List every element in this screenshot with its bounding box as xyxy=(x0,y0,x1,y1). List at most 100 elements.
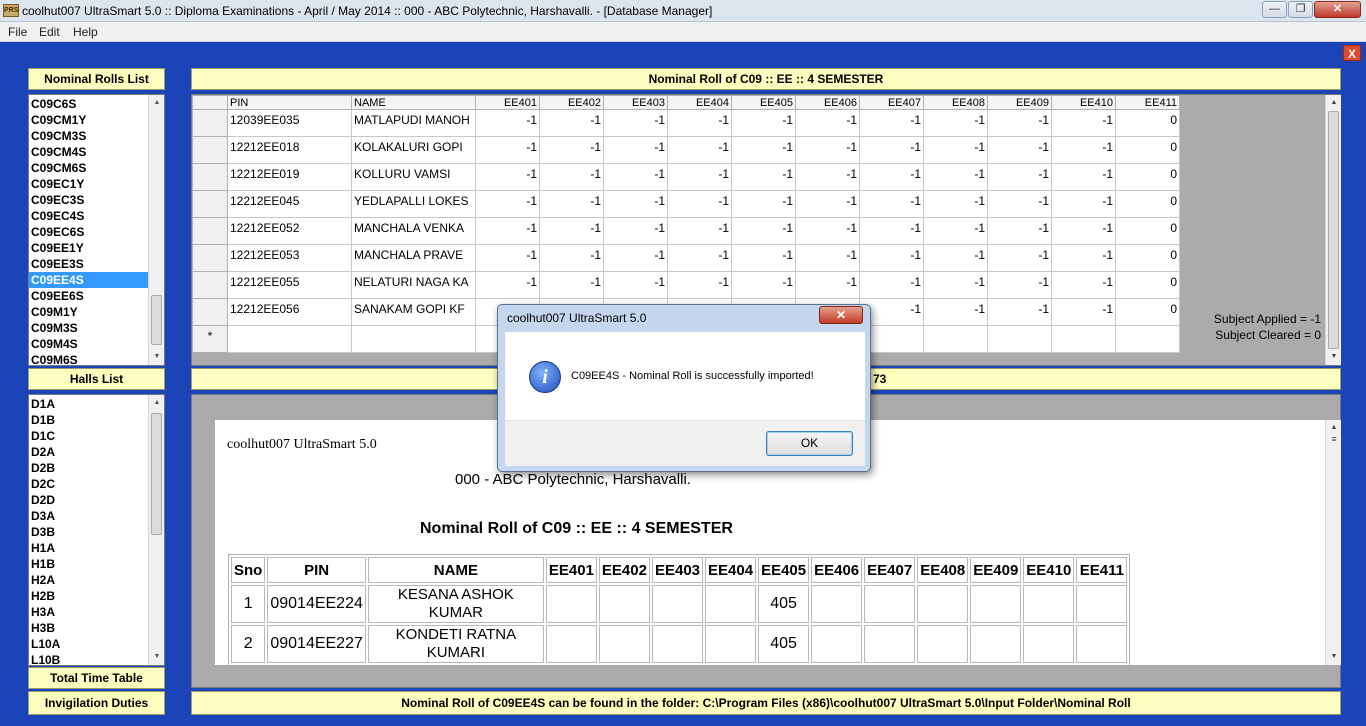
subject-cell[interactable]: -1 xyxy=(603,136,668,164)
subject-cell[interactable]: -1 xyxy=(731,163,796,191)
subject-cell[interactable]: -1 xyxy=(603,244,668,272)
pin-cell[interactable]: 12212EE052 xyxy=(227,217,352,245)
subject-cell[interactable]: -1 xyxy=(859,217,924,245)
nominal-roll-item[interactable]: C09CM3S xyxy=(29,128,164,144)
grid-row[interactable]: 12212EE052 MANCHALA VENKA -1 -1 -1 -1 -1 -1 -1 -1… xyxy=(192,217,1180,245)
close-window-button[interactable]: ✕ xyxy=(1314,1,1361,18)
nominal-roll-item[interactable]: C09C6S xyxy=(29,96,164,112)
hall-item[interactable]: D1B xyxy=(29,412,164,428)
total-time-table-button[interactable]: Total Time Table xyxy=(28,667,165,689)
subject-cell[interactable]: -1 xyxy=(795,271,860,299)
subject-cell[interactable]: 0 xyxy=(1115,298,1180,326)
name-cell[interactable]: SANAKAM GOPI KF xyxy=(351,298,476,326)
subject-cell[interactable]: -1 xyxy=(475,163,540,191)
subject-cell[interactable]: 0 xyxy=(1115,244,1180,272)
hall-item[interactable]: D2B xyxy=(29,460,164,476)
subject-cell[interactable]: -1 xyxy=(731,271,796,299)
subject-cell[interactable]: -1 xyxy=(667,271,732,299)
nominal-roll-item[interactable]: C09M4S xyxy=(29,336,164,352)
hall-item[interactable]: D2C xyxy=(29,476,164,492)
nominal-roll-item[interactable]: C09EE3S xyxy=(29,256,164,272)
report-scrollbar[interactable]: ▲ ≡ ▼ xyxy=(1325,420,1341,665)
subject-cell[interactable]: -1 xyxy=(859,163,924,191)
subject-cell[interactable]: -1 xyxy=(859,136,924,164)
scroll-up-icon[interactable]: ▲ xyxy=(149,96,164,110)
scroll-thumb[interactable] xyxy=(151,295,162,345)
subject-cell[interactable]: -1 xyxy=(603,271,668,299)
pin-cell[interactable]: 12212EE018 xyxy=(227,136,352,164)
subject-cell[interactable]: -1 xyxy=(731,217,796,245)
subject-cell[interactable]: -1 xyxy=(603,109,668,137)
hall-item[interactable]: H2B xyxy=(29,588,164,604)
mdi-close-button[interactable]: X xyxy=(1343,45,1361,61)
scroll-thumb[interactable] xyxy=(151,413,162,535)
ok-button[interactable]: OK xyxy=(766,431,853,456)
scroll-down-icon[interactable]: ▼ xyxy=(1326,650,1342,664)
scroll-down-icon[interactable]: ▼ xyxy=(149,650,164,664)
grid-column-header[interactable]: EE404 xyxy=(667,95,732,110)
nominal-roll-item[interactable]: C09EE1Y xyxy=(29,240,164,256)
subject-cell[interactable]: -1 xyxy=(475,244,540,272)
grid-column-header[interactable]: EE401 xyxy=(475,95,540,110)
subject-cell[interactable]: -1 xyxy=(667,217,732,245)
nominal-roll-item[interactable]: C09CM1Y xyxy=(29,112,164,128)
subject-cell[interactable]: -1 xyxy=(539,271,604,299)
pin-cell[interactable]: 12212EE055 xyxy=(227,271,352,299)
subject-cell[interactable]: -1 xyxy=(987,217,1052,245)
subject-cell[interactable]: -1 xyxy=(1051,271,1116,299)
subject-cell[interactable]: -1 xyxy=(987,136,1052,164)
empty-cell[interactable] xyxy=(987,325,1052,353)
row-selector[interactable] xyxy=(192,190,228,218)
subject-cell[interactable]: -1 xyxy=(667,190,732,218)
scroll-up-icon[interactable]: ▲ xyxy=(1326,96,1342,110)
subject-cell[interactable]: -1 xyxy=(475,109,540,137)
grid-column-header[interactable]: EE411 xyxy=(1115,95,1180,110)
subject-cell[interactable]: -1 xyxy=(987,109,1052,137)
empty-cell[interactable] xyxy=(1115,325,1180,353)
grid-row[interactable]: 12212EE018 KOLAKALURI GOPI -1 -1 -1 -1 -1 -1 -1-… xyxy=(192,136,1180,164)
subject-cell[interactable]: -1 xyxy=(859,190,924,218)
row-selector[interactable] xyxy=(192,244,228,272)
subject-cell[interactable]: -1 xyxy=(859,271,924,299)
subject-cell[interactable]: -1 xyxy=(1051,244,1116,272)
hall-item[interactable]: D1C xyxy=(29,428,164,444)
new-row-marker[interactable]: * xyxy=(192,325,228,353)
nominal-roll-item[interactable]: C09M3S xyxy=(29,320,164,336)
pin-cell[interactable]: 12039EE035 xyxy=(227,109,352,137)
subject-cell[interactable]: -1 xyxy=(667,163,732,191)
pin-cell[interactable]: 12212EE045 xyxy=(227,190,352,218)
subject-cell[interactable]: -1 xyxy=(539,109,604,137)
grid-column-header[interactable]: EE409 xyxy=(987,95,1052,110)
subject-cell[interactable]: -1 xyxy=(795,190,860,218)
scroll-up-icon[interactable]: ▲ xyxy=(149,396,164,410)
maximize-button[interactable]: ❐ xyxy=(1288,1,1313,18)
subject-cell[interactable]: -1 xyxy=(731,136,796,164)
subject-cell[interactable]: -1 xyxy=(923,136,988,164)
nominal-roll-item[interactable]: C09EC1Y xyxy=(29,176,164,192)
subject-cell[interactable]: 0 xyxy=(1115,217,1180,245)
subject-cell[interactable]: -1 xyxy=(923,298,988,326)
subject-cell[interactable]: -1 xyxy=(923,163,988,191)
subject-cell[interactable]: -1 xyxy=(475,190,540,218)
minimize-button[interactable]: — xyxy=(1262,1,1287,18)
menu-help[interactable]: Help xyxy=(73,25,98,39)
subject-cell[interactable]: -1 xyxy=(667,244,732,272)
grid-column-header[interactable]: EE408 xyxy=(923,95,988,110)
nominal-roll-item[interactable]: C09CM4S xyxy=(29,144,164,160)
subject-cell[interactable]: -1 xyxy=(475,136,540,164)
scroll-grip-icon[interactable]: ≡ xyxy=(1326,432,1342,446)
subject-cell[interactable]: 0 xyxy=(1115,163,1180,191)
grid-row[interactable]: 12212EE019 KOLLURU VAMSI -1 -1 -1 -1 -1 -1 -1 -1-… xyxy=(192,163,1180,191)
hall-item[interactable]: L10A xyxy=(29,636,164,652)
grid-scrollbar[interactable]: ▲ ▼ xyxy=(1325,95,1341,365)
subject-cell[interactable]: -1 xyxy=(475,217,540,245)
empty-cell[interactable] xyxy=(227,325,352,353)
hall-item[interactable]: L10B xyxy=(29,652,164,665)
subject-cell[interactable]: -1 xyxy=(1051,217,1116,245)
hall-item[interactable]: D3B xyxy=(29,524,164,540)
scroll-down-icon[interactable]: ▼ xyxy=(149,350,164,364)
subject-cell[interactable]: -1 xyxy=(987,190,1052,218)
subject-cell[interactable]: -1 xyxy=(603,163,668,191)
subject-cell[interactable]: -1 xyxy=(923,190,988,218)
grid-column-header[interactable]: EE402 xyxy=(539,95,604,110)
